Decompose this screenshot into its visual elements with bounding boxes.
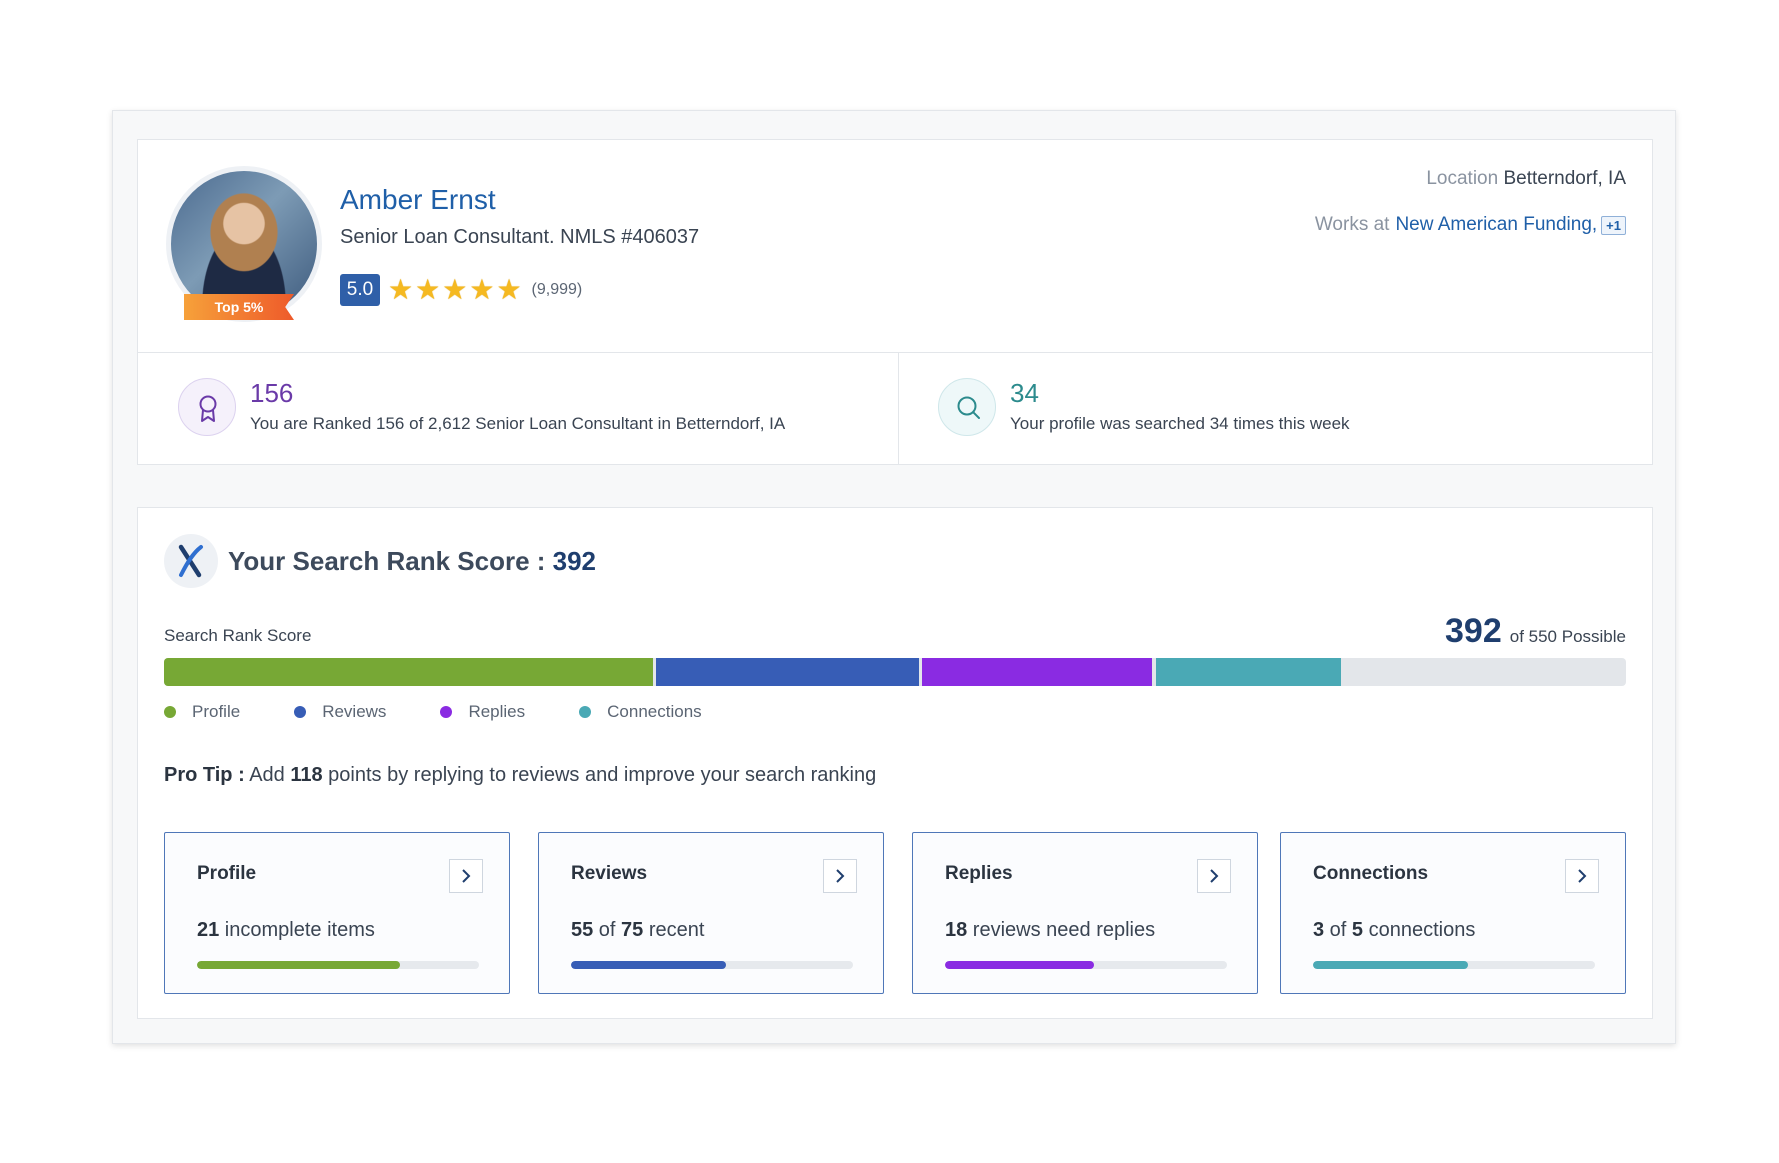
rating-count[interactable]: (9,999) (532, 281, 583, 299)
profile-score-card[interactable]: Profile 21 incomplete items (164, 832, 510, 994)
card-title: Connections (1313, 863, 1429, 884)
card-title: Reviews (571, 863, 648, 884)
card-detail-mid: of (593, 919, 622, 941)
legend-label: Replies (468, 702, 526, 721)
card-detail-text: incomplete items (219, 919, 375, 941)
bar-segment-reviews (655, 658, 919, 686)
legend-item-profile: Profile (164, 702, 240, 722)
card-detail: 21 incomplete items (197, 919, 375, 942)
bar-total: 392 of 550 Possible (1445, 612, 1626, 651)
total-possible: of 550 Possible (1509, 627, 1626, 646)
location-label: Location (1426, 168, 1499, 189)
legend-item-replies: Replies (440, 702, 525, 722)
bar-label: Search Rank Score (164, 626, 312, 645)
bar-legend: Profile Reviews Replies Connections (164, 702, 756, 722)
pro-tip-text-pre: Add (244, 764, 291, 786)
dashboard-panel: Top 5% Amber Ernst Senior Loan Consultan… (112, 110, 1676, 1044)
rank-value: 156 (250, 378, 294, 408)
search-count-description: Your profile was searched 34 times this … (1010, 414, 1350, 433)
bar-segment-replies (921, 658, 1153, 686)
legend-dot (440, 706, 453, 718)
card-progress-fill (571, 961, 727, 969)
card-detail-text: reviews need replies (967, 919, 1156, 941)
profile-name[interactable]: Amber Ernst (340, 184, 496, 216)
rating-row: 5.0 ★ ★ ★ ★ ★ (9,999) (340, 274, 582, 306)
profile-title: Senior Loan Consultant. NMLS #406037 (340, 226, 700, 248)
card-progress-track (1313, 961, 1595, 969)
rating-score-badge: 5.0 (340, 274, 380, 306)
top-percent-badge: Top 5% (184, 294, 294, 320)
pro-tip-points: 118 (290, 764, 323, 786)
location-value: Betterndorf, IA (1503, 168, 1626, 189)
works-at-label: Works at (1314, 214, 1390, 235)
star-icon: ★ (442, 274, 468, 305)
total-score: 392 (1445, 612, 1502, 650)
chevron-right-icon[interactable] (449, 859, 483, 893)
card-detail-text: recent (643, 919, 705, 941)
card-detail-total: 75 (621, 919, 644, 941)
legend-dot (164, 706, 176, 718)
replies-score-card[interactable]: Replies 18 reviews need replies (912, 832, 1258, 994)
legend-item-connections: Connections (579, 702, 702, 722)
legend-label: Reviews (322, 702, 387, 721)
reviews-score-card[interactable]: Reviews 55 of 75 recent (538, 832, 884, 994)
chevron-right-icon[interactable] (823, 859, 857, 893)
card-detail: 55 of 75 recent (571, 919, 704, 942)
ribbon-award-icon (178, 378, 236, 436)
brand-x-logo-icon (164, 534, 218, 588)
legend-label: Connections (607, 702, 702, 721)
bar-segment-connections (1155, 658, 1342, 686)
legend-label: Profile (192, 702, 241, 721)
card-detail-count: 18 (945, 919, 968, 941)
search-rank-card: Your Search Rank Score : 392 Search Rank… (137, 507, 1653, 1019)
divider (138, 352, 1652, 353)
card-detail: 18 reviews need replies (945, 919, 1155, 942)
card-progress-fill (945, 961, 1095, 969)
chevron-right-icon[interactable] (1197, 859, 1231, 893)
rank-description: You are Ranked 156 of 2,612 Senior Loan … (250, 414, 786, 433)
chevron-right-icon[interactable] (1565, 859, 1599, 893)
card-detail-text: connections (1363, 919, 1476, 941)
search-rank-progress-bar (164, 658, 1626, 686)
card-detail-count: 3 (1313, 919, 1325, 941)
card-detail-total: 5 (1351, 919, 1364, 941)
card-title: Replies (945, 863, 1013, 884)
profile-card: Top 5% Amber Ernst Senior Loan Consultan… (137, 139, 1653, 465)
legend-dot (294, 706, 307, 718)
divider (898, 352, 899, 465)
more-companies-badge[interactable]: +1 (1601, 215, 1626, 235)
search-icon (938, 378, 996, 436)
card-progress-track (197, 961, 479, 969)
card-progress-fill (197, 961, 401, 969)
bar-segment-profile (164, 658, 653, 686)
card-progress-track (571, 961, 853, 969)
search-count-value: 34 (1010, 378, 1039, 408)
pro-tip: Pro Tip : Add 118 points by replying to … (164, 764, 876, 787)
pro-tip-label: Pro Tip : (164, 764, 245, 786)
card-title: Profile (197, 863, 257, 884)
star-icon: ★ (388, 274, 414, 305)
card-detail-count: 21 (197, 919, 220, 941)
star-icon: ★ (469, 274, 495, 305)
card-detail-count: 55 (571, 919, 594, 941)
works-at: Works at New American Funding, +1 (1315, 214, 1626, 236)
card-progress-fill (1313, 961, 1469, 969)
location: Location Betterndorf, IA (1426, 168, 1626, 190)
legend-item-reviews: Reviews (294, 702, 386, 722)
legend-dot (579, 706, 592, 718)
star-icon: ★ (496, 274, 522, 305)
card-progress-track (945, 961, 1227, 969)
search-rank-heading-label: Your Search Rank Score : (228, 546, 553, 576)
connections-score-card[interactable]: Connections 3 of 5 connections (1280, 832, 1626, 994)
search-rank-heading: Your Search Rank Score : 392 (228, 546, 596, 577)
avatar-container: Top 5% (166, 166, 322, 322)
star-icon: ★ (415, 274, 441, 305)
search-rank-heading-value: 392 (552, 546, 597, 576)
company-link[interactable]: New American Funding, (1395, 214, 1597, 236)
card-detail-mid: of (1324, 919, 1352, 941)
card-detail: 3 of 5 connections (1313, 919, 1475, 942)
pro-tip-text-post: points by replying to reviews and improv… (322, 764, 877, 786)
